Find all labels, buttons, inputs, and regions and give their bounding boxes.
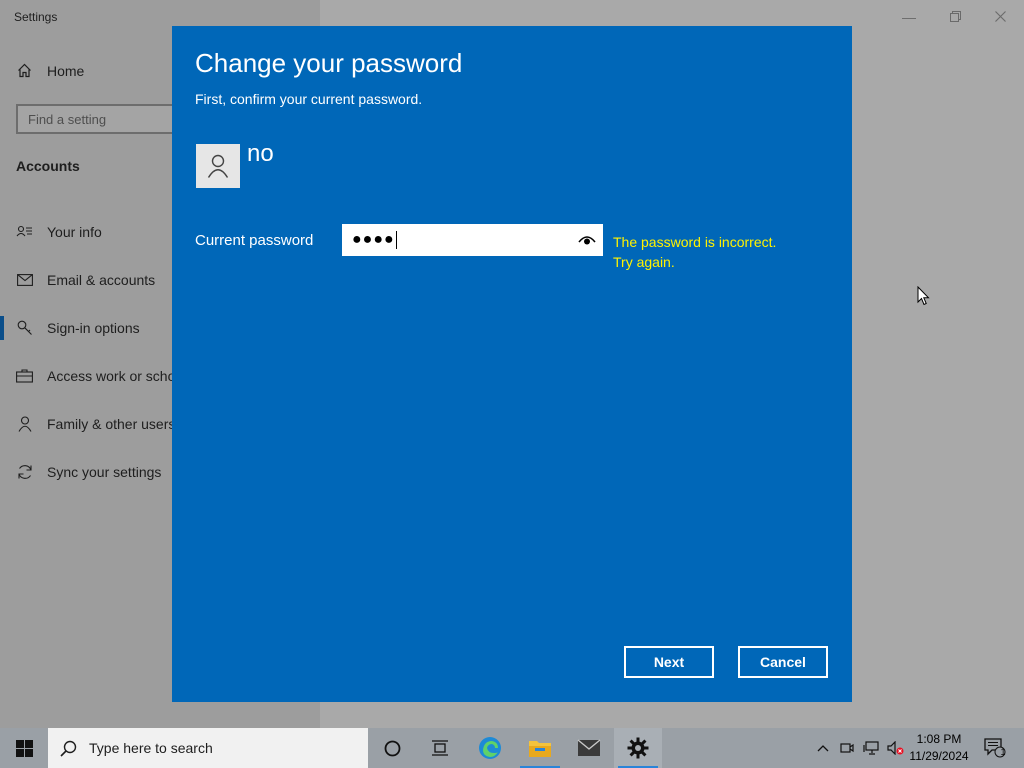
current-password-input[interactable]: ●●●● [342, 224, 603, 256]
nav-home[interactable]: Home [16, 62, 84, 79]
settings-app-button[interactable] [614, 728, 662, 768]
task-view-icon [432, 740, 448, 756]
cortana-icon [384, 740, 400, 756]
camera-icon [840, 743, 854, 753]
windows-logo-icon [15, 739, 33, 757]
nav-item-label: Your info [47, 224, 102, 240]
taskbar-search-placeholder: Type here to search [89, 740, 213, 756]
user-icon [207, 154, 229, 178]
search-icon [60, 740, 77, 757]
avatar [196, 144, 240, 188]
meet-now-button[interactable] [835, 728, 859, 768]
close-button[interactable] [985, 6, 1015, 28]
mail-icon [577, 739, 601, 756]
nav-item-label: Sync your settings [47, 464, 162, 480]
clock-date: 11/29/2024 [909, 749, 969, 763]
nav-item-label: Access work or scho [47, 368, 176, 384]
dialog-subtitle: First, confirm your current password. [195, 91, 423, 107]
start-button[interactable] [0, 728, 48, 768]
sync-icon [16, 464, 33, 481]
reveal-password-eye-icon[interactable] [578, 233, 596, 247]
person-card-icon [16, 224, 33, 241]
taskbar-search-box[interactable]: Type here to search [48, 728, 368, 768]
network-button[interactable] [859, 728, 883, 768]
taskbar: Type here to search 1:08 PM 11/29/2024 1 [0, 728, 1024, 768]
next-button[interactable]: Next [624, 646, 714, 678]
text-caret [395, 231, 397, 249]
change-password-dialog: Change your password First, confirm your… [172, 26, 852, 702]
chevron-up-icon [817, 745, 829, 752]
username: no [247, 140, 274, 167]
password-error-message: The password is incorrect. Try again. [613, 232, 776, 272]
cortana-button[interactable] [368, 728, 416, 768]
settings-gear-icon [627, 737, 649, 759]
edge-icon [479, 737, 501, 759]
cancel-button[interactable]: Cancel [738, 646, 828, 678]
window-title: Settings [14, 10, 58, 24]
error-line-1: The password is incorrect. [613, 234, 777, 250]
nav-home-label: Home [47, 62, 85, 79]
action-center-button[interactable]: 1 [980, 728, 1010, 768]
home-icon [16, 62, 33, 79]
nav-item-label: Sign-in options [47, 320, 140, 336]
taskbar-clock[interactable]: 1:08 PM 11/29/2024 [904, 731, 974, 765]
edge-button[interactable] [466, 728, 514, 768]
mouse-cursor-icon [917, 285, 930, 311]
file-explorer-button[interactable] [516, 728, 564, 768]
mail-app-button[interactable] [565, 728, 613, 768]
key-icon [16, 320, 33, 337]
password-mask: ●●●● [352, 231, 395, 248]
error-line-2: Try again. [613, 254, 675, 270]
show-hidden-icons-button[interactable] [811, 728, 835, 768]
briefcase-icon [16, 368, 33, 385]
task-view-button[interactable] [416, 728, 464, 768]
clock-time: 1:08 PM [916, 732, 962, 746]
volume-muted-icon [886, 741, 903, 755]
restore-button[interactable] [940, 6, 970, 28]
network-icon [863, 741, 879, 755]
dialog-title: Change your password [195, 48, 463, 78]
nav-item-label: Email & accounts [47, 272, 156, 288]
mail-icon [16, 272, 33, 289]
notification-count: 1 [1000, 747, 1006, 757]
current-password-label: Current password [195, 232, 314, 249]
nav-item-label: Family & other users [47, 416, 176, 432]
selection-indicator [0, 316, 4, 340]
section-title: Accounts [16, 158, 80, 174]
person-icon [16, 416, 33, 433]
file-explorer-icon [529, 741, 551, 757]
minimize-button[interactable]: — [894, 6, 924, 28]
